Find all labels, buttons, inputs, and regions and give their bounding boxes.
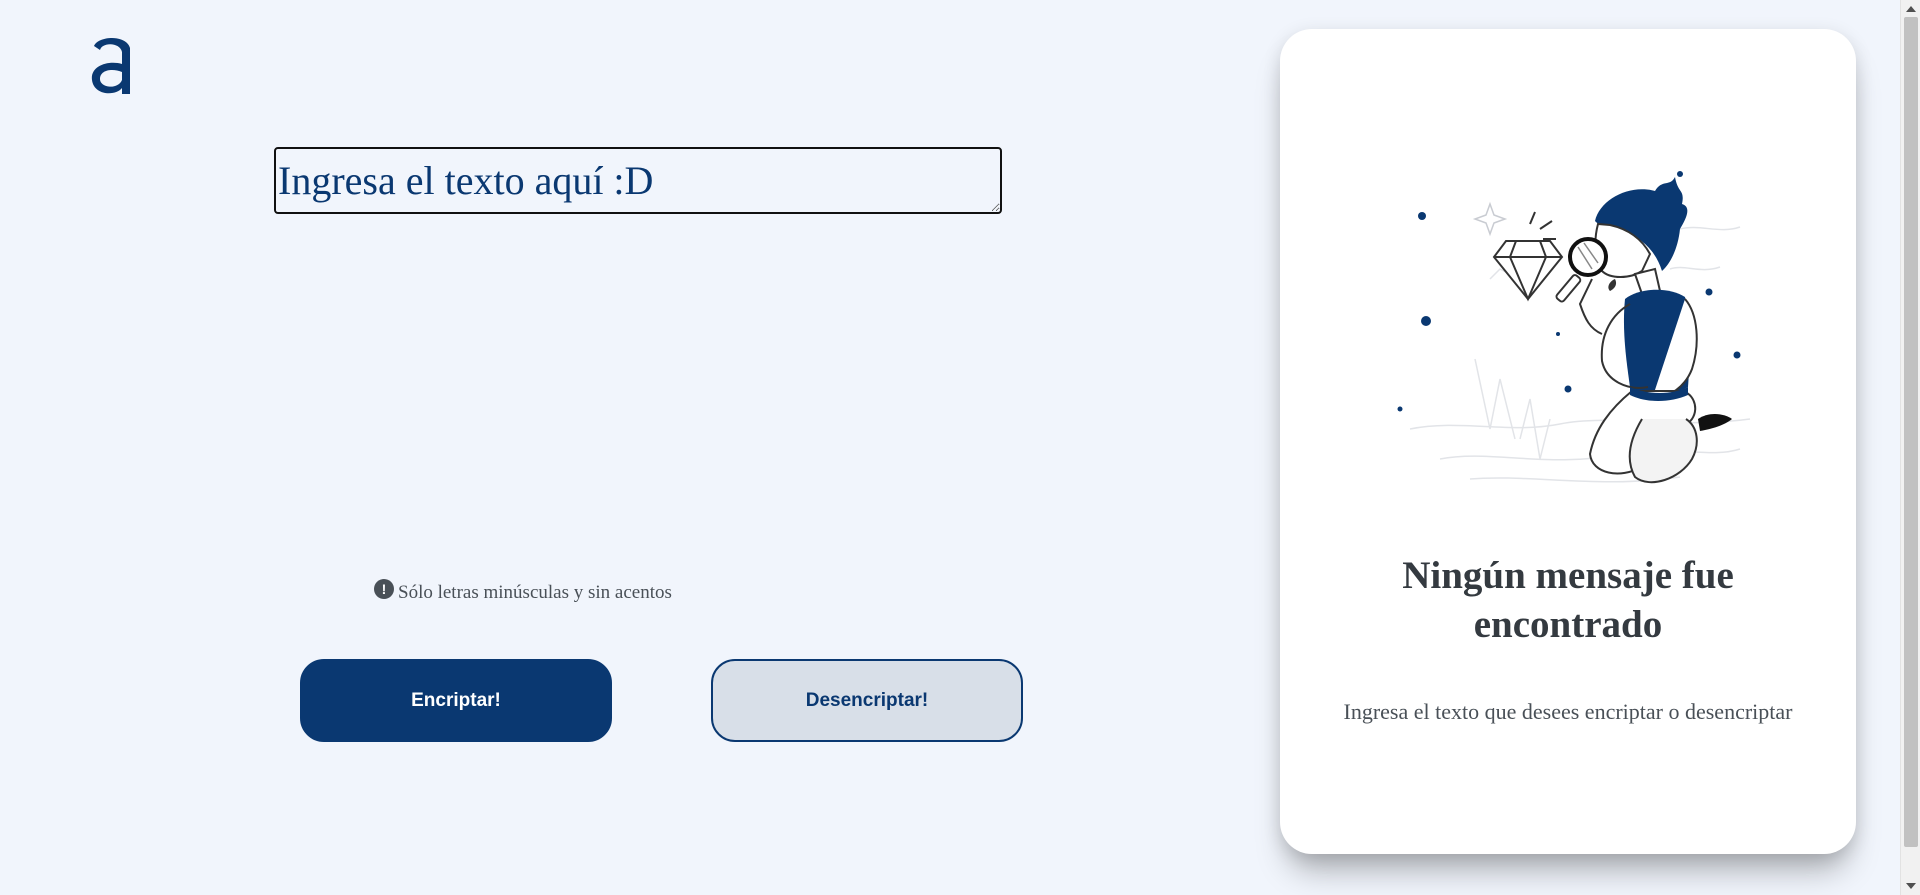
hint: ! Sólo letras minúsculas y sin acentos (374, 579, 672, 604)
scroll-down-arrow-icon[interactable] (1906, 883, 1916, 889)
no-message-subtitle: Ingresa el texto que desees encriptar o … (1343, 699, 1793, 724)
decrypt-button[interactable]: Desencriptar! (711, 659, 1023, 742)
person-with-magnifier-illustration (1397, 171, 1751, 484)
scroll-up-arrow-icon[interactable] (1906, 6, 1916, 12)
page: ! Sólo letras minúsculas y sin acentos E… (0, 0, 1920, 895)
output-panel: Ningún mensaje fue encontrado Ingresa el… (1280, 29, 1856, 854)
encrypt-button[interactable]: Encriptar! (300, 659, 612, 742)
scrollbar-thumb[interactable] (1904, 17, 1918, 847)
no-message-title: Ningún mensaje fue encontrado (1402, 554, 1734, 646)
exclamation-circle-icon: ! (374, 579, 394, 599)
hint-text: Sólo letras minúsculas y sin acentos (398, 582, 672, 603)
alura-logo-icon (91, 38, 130, 94)
page-scrollbar[interactable] (1900, 0, 1920, 895)
message-input[interactable] (274, 147, 1002, 214)
